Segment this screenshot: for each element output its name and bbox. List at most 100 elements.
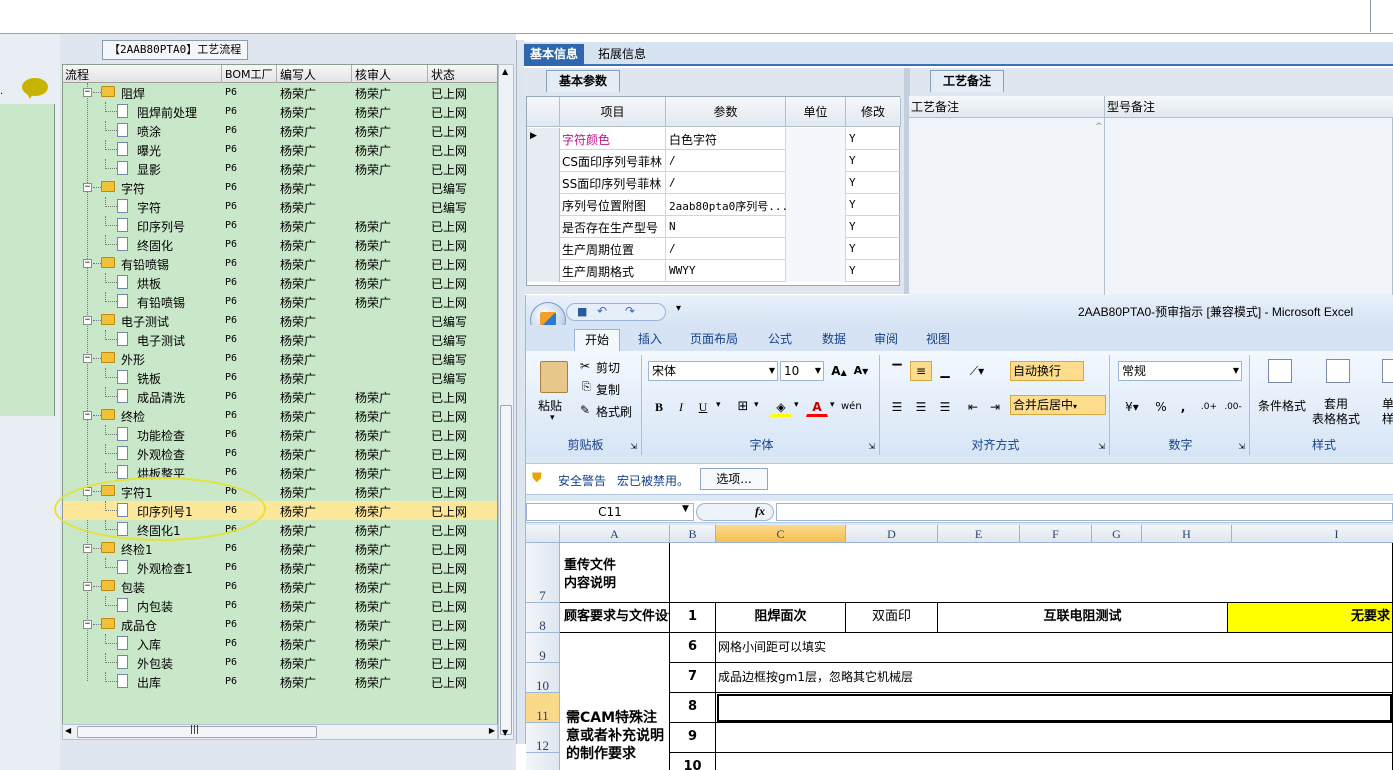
cut-button[interactable]: 剪切 bbox=[596, 359, 620, 376]
cell-c[interactable] bbox=[716, 753, 1393, 770]
copy-icon[interactable]: ⎘ bbox=[582, 380, 591, 394]
increase-decimal-icon[interactable]: .0+ bbox=[1198, 397, 1220, 417]
redo-icon[interactable]: ↷ bbox=[625, 304, 635, 318]
cell-c[interactable] bbox=[716, 723, 1393, 753]
fill-color-icon[interactable]: ◈ bbox=[770, 397, 792, 417]
tree-row[interactable]: − 终检 P6 杨荣广 杨荣广 已上网 bbox=[63, 406, 497, 425]
percent-button[interactable]: % bbox=[1150, 397, 1172, 417]
increase-indent-icon[interactable]: ⇥ bbox=[984, 397, 1006, 417]
tree-row[interactable]: − 阻焊 P6 杨荣广 杨荣广 已上网 bbox=[63, 83, 497, 102]
row-header[interactable]: 13 bbox=[526, 753, 560, 770]
scroll-up-icon[interactable]: ▲ bbox=[502, 67, 508, 76]
number-format-select[interactable]: 常规 ▼ bbox=[1118, 361, 1242, 381]
row-header[interactable]: 12 bbox=[526, 723, 560, 753]
tree-row[interactable]: 阻焊前处理 P6 杨荣广 杨荣广 已上网 bbox=[63, 102, 497, 121]
param-row[interactable]: CS面印序列号菲林 / Y bbox=[527, 150, 901, 172]
cell-b[interactable]: 7 bbox=[670, 663, 716, 693]
cell-c8[interactable]: 阻焊面次 bbox=[716, 603, 846, 633]
bold-button[interactable]: B bbox=[648, 397, 670, 417]
params-header-unit[interactable]: 单位 bbox=[786, 97, 846, 127]
ribbon-tab[interactable]: 开始 bbox=[574, 329, 621, 351]
column-header[interactable]: B bbox=[670, 525, 716, 543]
undo-icon[interactable]: ↶ bbox=[597, 304, 607, 318]
param-row-header[interactable] bbox=[527, 150, 560, 172]
row-header[interactable]: 7 bbox=[526, 543, 560, 603]
font-color-dropdown-icon[interactable]: ▾ bbox=[830, 400, 835, 410]
tree-row[interactable]: 电子测试 P6 杨荣广 已编写 bbox=[63, 330, 497, 349]
table-format-icon[interactable] bbox=[1326, 359, 1350, 383]
tree-row[interactable]: 终固化 P6 杨荣广 杨荣广 已上网 bbox=[63, 235, 497, 254]
param-value[interactable]: N bbox=[669, 220, 676, 233]
phonetic-icon[interactable]: wén bbox=[840, 397, 862, 417]
table-format-button[interactable]: 套用 表格格式 bbox=[1312, 397, 1360, 427]
collapse-toggle-icon[interactable]: − bbox=[83, 411, 92, 420]
param-row[interactable]: ▶ 字符颜色 白色字符 Y bbox=[527, 128, 901, 150]
col-header-process[interactable]: 流程 bbox=[65, 66, 89, 83]
paste-dropdown-icon[interactable]: ▾ bbox=[550, 413, 555, 423]
cell-a7[interactable]: 重传文件 内容说明 bbox=[560, 543, 670, 603]
decrease-decimal-icon[interactable]: .00- bbox=[1222, 397, 1244, 417]
subtab-process-remarks[interactable]: 工艺备注 bbox=[930, 70, 1005, 92]
ribbon-tab[interactable]: 页面布局 bbox=[680, 329, 748, 351]
align-bottom-icon[interactable]: ▁ bbox=[934, 361, 956, 381]
param-value[interactable]: / bbox=[669, 154, 676, 167]
column-header[interactable]: D bbox=[846, 525, 938, 543]
merge-center-button[interactable]: 合并后居中▾ bbox=[1010, 395, 1106, 415]
tree-row[interactable]: − 字符 P6 杨荣广 已编写 bbox=[63, 178, 497, 197]
param-value[interactable]: / bbox=[669, 176, 676, 189]
decrease-indent-icon[interactable]: ⇤ bbox=[962, 397, 984, 417]
tree-row[interactable]: 印序列号 P6 杨荣广 杨荣广 已上网 bbox=[63, 216, 497, 235]
model-remark-text[interactable] bbox=[1105, 118, 1393, 295]
align-left-icon[interactable]: ☰ bbox=[886, 397, 908, 417]
param-row[interactable]: 生产周期格式 WWYY Y bbox=[527, 260, 901, 282]
cut-icon[interactable]: ✂ bbox=[580, 359, 590, 373]
collapse-toggle-icon[interactable]: − bbox=[83, 582, 92, 591]
remark-scroll-up-icon[interactable]: ^ bbox=[1095, 122, 1103, 132]
col-header-status[interactable]: 状态 bbox=[431, 66, 455, 83]
params-header-value[interactable]: 参数 bbox=[666, 97, 786, 127]
param-row[interactable]: 序列号位置附图 2aab80pta0序列号... Y bbox=[527, 194, 901, 216]
cell-a8[interactable]: 顾客要求与文件设计不一致 bbox=[560, 603, 670, 633]
tree-row[interactable]: 曝光 P6 杨荣广 杨荣广 已上网 bbox=[63, 140, 497, 159]
insert-function-icon[interactable]: fx bbox=[755, 504, 765, 519]
tree-row[interactable]: 外观检查 P6 杨荣广 杨荣广 已上网 bbox=[63, 444, 497, 463]
collapse-toggle-icon[interactable]: − bbox=[83, 259, 92, 268]
row-header[interactable]: 10 bbox=[526, 663, 560, 693]
paste-button[interactable]: 粘贴 bbox=[538, 397, 562, 414]
font-color-icon[interactable]: A bbox=[806, 397, 828, 417]
tree-row[interactable]: − 外形 P6 杨荣广 已编写 bbox=[63, 349, 497, 368]
grow-font-button[interactable]: A▲ bbox=[828, 361, 850, 381]
tree-row[interactable]: 字符 P6 杨荣广 已编写 bbox=[63, 197, 497, 216]
security-options-button[interactable]: 选项... bbox=[700, 468, 768, 490]
font-size-dropdown-icon[interactable]: ▼ bbox=[815, 362, 821, 380]
cell-styles-button[interactable]: 单元 样式 bbox=[1382, 397, 1393, 427]
param-row[interactable]: 是否存在生产型号 N Y bbox=[527, 216, 901, 238]
name-box-dropdown-icon[interactable]: ▼ bbox=[682, 504, 689, 514]
name-box[interactable]: C11 bbox=[526, 503, 694, 521]
conditional-format-icon[interactable] bbox=[1268, 359, 1292, 383]
borders-icon[interactable]: ⊞ bbox=[732, 397, 754, 417]
align-center-icon[interactable]: ☰ bbox=[910, 397, 932, 417]
wrap-text-button[interactable]: 自动换行 bbox=[1010, 361, 1084, 381]
cell-b[interactable]: 8 bbox=[670, 693, 716, 723]
param-row-header[interactable] bbox=[527, 216, 560, 238]
param-row[interactable]: 生产周期位置 / Y bbox=[527, 238, 901, 260]
column-header[interactable]: F bbox=[1020, 525, 1092, 543]
tree-row[interactable]: 外包装 P6 杨荣广 杨荣广 已上网 bbox=[63, 653, 497, 672]
tree-row[interactable]: − 终检1 P6 杨荣广 杨荣广 已上网 bbox=[63, 539, 497, 558]
cell-b[interactable]: 9 bbox=[670, 723, 716, 753]
ribbon-tab[interactable]: 审阅 bbox=[864, 329, 908, 351]
borders-dropdown-icon[interactable]: ▾ bbox=[754, 400, 759, 410]
subtab-basic-params[interactable]: 基本参数 bbox=[546, 70, 621, 92]
cell-b[interactable]: 6 bbox=[670, 633, 716, 663]
param-row[interactable]: SS面印序列号菲林 / Y bbox=[527, 172, 901, 194]
tree-row[interactable]: 有铅喷锡 P6 杨荣广 杨荣广 已上网 bbox=[63, 292, 497, 311]
tree-row[interactable]: 显影 P6 杨荣广 杨荣广 已上网 bbox=[63, 159, 497, 178]
alignment-launcher-icon[interactable]: ⇲ bbox=[1098, 442, 1105, 451]
ribbon-tab[interactable]: 数据 bbox=[812, 329, 856, 351]
cell-c[interactable] bbox=[716, 693, 1393, 723]
font-launcher-icon[interactable]: ⇲ bbox=[868, 442, 875, 451]
underline-dropdown-icon[interactable]: ▾ bbox=[716, 400, 721, 410]
fill-color-dropdown-icon[interactable]: ▾ bbox=[794, 400, 799, 410]
tree-row[interactable]: 内包装 P6 杨荣广 杨荣广 已上网 bbox=[63, 596, 497, 615]
